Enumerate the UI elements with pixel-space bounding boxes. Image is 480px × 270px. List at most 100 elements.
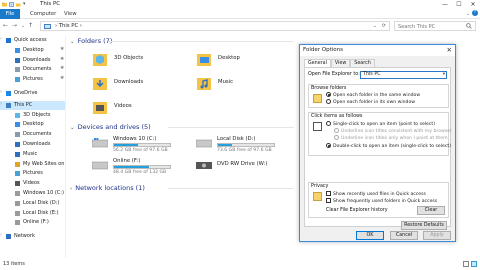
checkbox	[326, 191, 331, 196]
clear-button[interactable]: Clear	[417, 206, 445, 215]
restore-defaults-button[interactable]: Restore Defaults	[401, 221, 447, 230]
maximize-button[interactable]: ☐	[452, 0, 466, 8]
address-box[interactable]: › This PC › ⌄ ⟳	[40, 21, 390, 31]
browse-folders-header: Browse folders	[311, 86, 347, 91]
drive-d[interactable]: Local Disk (D:) 73.6 GB free of 97.6 GB	[196, 136, 296, 158]
chevron-right-icon[interactable]: ›	[0, 89, 2, 95]
file-explorer-window: ▾ This PC — ☐ ✕ File Computer View ⌄ ? ←…	[0, 0, 480, 270]
breadcrumb[interactable]: › This PC ›	[55, 23, 82, 29]
refresh-button[interactable]: ⟳	[382, 23, 386, 29]
up-button[interactable]: ↑	[28, 22, 33, 29]
sidebar-item-windows-10-c[interactable]: Windows 10 (C:)	[0, 189, 65, 198]
tiles-view-icon[interactable]	[471, 261, 477, 267]
qat-dropdown-icon[interactable]: ▾	[23, 1, 26, 7]
tab-file[interactable]: File	[0, 9, 20, 19]
recent-locations-button[interactable]: ⌄	[21, 23, 25, 29]
open-explorer-select[interactable]: This PC ▾	[360, 71, 447, 79]
sidebar-item-downloads[interactable]: Downloads ✱	[0, 56, 65, 65]
radio-same-window[interactable]: Open each folder in the same window	[326, 92, 420, 98]
back-button[interactable]: ←	[3, 22, 8, 29]
tab-view[interactable]: View	[330, 59, 351, 67]
cube-folder-icon	[93, 54, 107, 66]
tab-general[interactable]: General	[304, 59, 331, 67]
radio-single-click[interactable]: Single-click to open an item (point to s…	[326, 121, 435, 127]
browse-folders-group: Browse folders Open each folder in the s…	[308, 84, 449, 108]
sidebar-item-local-disk-e[interactable]: Local Disk (E:)	[0, 209, 65, 218]
sidebar-item-documents[interactable]: Documents ✱	[0, 65, 65, 74]
sidebar-item-desktop[interactable]: Desktop	[0, 120, 65, 129]
drive-dvd[interactable]: DVD RW Drive (W:)	[196, 158, 296, 180]
drives-group-header[interactable]: ⌄ Devices and drives (5)	[70, 123, 151, 131]
checkbox-recent-files[interactable]: Show recently used files in Quick access	[326, 191, 426, 197]
search-box[interactable]	[394, 21, 476, 31]
help-icon[interactable]: ?	[472, 10, 478, 16]
forward-button[interactable]: →	[12, 22, 17, 29]
tab-view[interactable]: View	[64, 9, 77, 19]
chevron-right-icon[interactable]: ›	[0, 101, 2, 107]
sidebar-item-online-f[interactable]: Online (F:)	[0, 218, 65, 227]
cloud-icon	[6, 91, 11, 96]
general-tab-pane: Open File Explorer to: This PC ▾ Browse …	[304, 67, 452, 230]
folder-music[interactable]: Music	[196, 74, 296, 98]
sidebar-item-network[interactable]: › Network	[0, 232, 65, 241]
properties-icon[interactable]	[9, 1, 14, 7]
sidebar-item-pictures[interactable]: Pictures	[0, 169, 65, 178]
sidebar-item-downloads[interactable]: Downloads	[0, 140, 65, 149]
folders-group-header[interactable]: ⌄ Folders (7)	[70, 37, 112, 45]
checkbox	[326, 198, 331, 203]
music-folder-icon	[197, 78, 211, 90]
radio-underline-point[interactable]: Underline icon titles only when I point …	[334, 135, 448, 141]
radio-double-click[interactable]: Double-click to open an item (single-cli…	[326, 143, 451, 149]
cancel-button[interactable]: Cancel	[390, 231, 418, 240]
open-explorer-value: This PC	[363, 72, 381, 77]
tab-search[interactable]: Search	[350, 59, 375, 67]
sidebar-item-music[interactable]: Music	[0, 150, 65, 159]
folder-videos[interactable]: Videos	[92, 98, 192, 122]
tab-computer[interactable]: Computer	[30, 9, 56, 19]
sidebar-item-videos[interactable]: Videos	[0, 179, 65, 188]
sidebar-item-this-pc[interactable]: › This PC	[0, 100, 65, 110]
sidebar-item-label: Desktop	[23, 121, 44, 128]
folder-3d-objects[interactable]: 3D Objects	[92, 50, 192, 74]
downloads-folder-icon	[93, 78, 107, 90]
sidebar-item-local-disk-d[interactable]: Local Disk (D:)	[0, 199, 65, 208]
sidebar-item-3d-objects[interactable]: 3D Objects	[0, 111, 65, 120]
details-view-icon[interactable]	[463, 261, 469, 267]
drive-c[interactable]: Windows 10 (C:) 56.2 GB free of 97.6 GB	[92, 136, 192, 158]
sidebar-item-desktop[interactable]: Desktop ✱	[0, 46, 65, 55]
apply-button[interactable]: Apply	[423, 231, 451, 240]
folder-desktop[interactable]: Desktop	[196, 50, 296, 74]
chevron-right-icon[interactable]: ›	[0, 232, 2, 238]
new-folder-icon[interactable]	[16, 2, 21, 7]
radio-button	[326, 143, 331, 148]
computer-icon	[44, 24, 51, 29]
radio-underline-browser[interactable]: Underline icon titles consistent with my…	[334, 128, 452, 134]
search-input[interactable]	[398, 23, 462, 30]
chevron-right-icon[interactable]: ›	[0, 36, 2, 42]
pictures-icon	[15, 171, 20, 177]
sidebar-item-onedrive[interactable]: › OneDrive	[0, 89, 65, 98]
pictures-icon	[15, 77, 20, 83]
address-dropdown-icon[interactable]: ⌄	[373, 23, 377, 29]
pin-icon: ✱	[60, 66, 64, 72]
ok-button[interactable]: OK	[356, 231, 384, 240]
radio-own-window[interactable]: Open each folder in its own window	[326, 99, 415, 105]
sidebar-item-pictures[interactable]: Pictures ✱	[0, 75, 65, 84]
status-bar: 13 items	[0, 260, 480, 270]
checkbox-label: Show frequently used folders in Quick ac…	[333, 199, 438, 204]
drive-f[interactable]: Online (F:) 48.4 GB free of 132 GB	[92, 158, 192, 180]
sidebar-item-documents[interactable]: Documents	[0, 130, 65, 139]
sidebar-item-label: Online (F:)	[23, 219, 49, 226]
sidebar-item-label: Downloads	[23, 56, 51, 63]
network-group-header[interactable]: › Network locations (1)	[70, 184, 145, 192]
search-icon	[466, 23, 472, 29]
checkbox-frequent-folders[interactable]: Show frequently used folders in Quick ac…	[326, 198, 437, 204]
close-button[interactable]: ✕	[466, 0, 480, 8]
sidebar-item-quick-access[interactable]: › Quick access	[0, 36, 65, 45]
dialog-close-button[interactable]: ✕	[447, 46, 452, 54]
sidebar-item-my-web-sites-on-m[interactable]: My Web Sites on M	[0, 160, 65, 169]
ribbon-expand-icon[interactable]: ⌄	[466, 11, 470, 17]
sidebar-item-label: Desktop	[23, 46, 44, 53]
minimize-button[interactable]: —	[438, 0, 452, 8]
folder-downloads[interactable]: Downloads	[92, 74, 192, 98]
